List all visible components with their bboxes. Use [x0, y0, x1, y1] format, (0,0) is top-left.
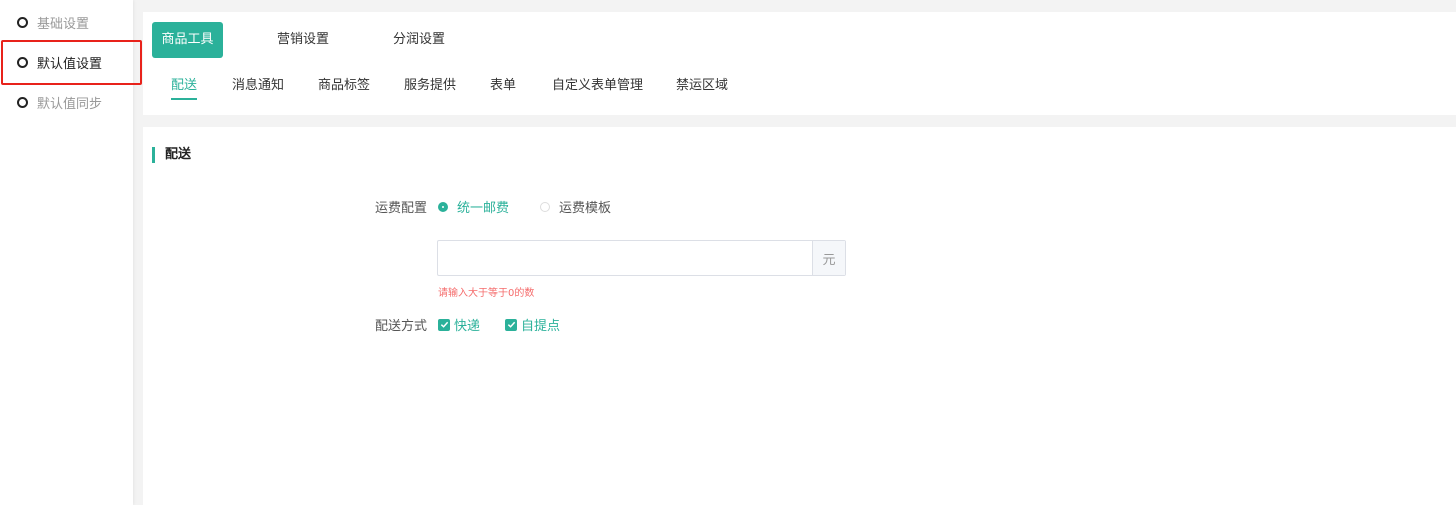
radio-label: 运费模板 — [559, 201, 612, 216]
tab-product-tools[interactable]: 商品工具 — [152, 22, 223, 58]
tab-profit-settings[interactable]: 分润设置 — [384, 22, 454, 58]
radio-checked-icon — [438, 201, 448, 212]
circle-icon — [17, 56, 28, 68]
subtab-forms[interactable]: 表单 — [490, 74, 516, 100]
checkbox-label: 自提点 — [521, 319, 561, 334]
content-card: 配送 运费配置 统一邮费 运费模板 元 请输入大于等于0的数 配送方式 快递 自… — [143, 127, 1456, 505]
checkbox-self-pickup[interactable]: 自提点 — [505, 315, 560, 334]
freight-error-message: 请输入大于等于0的数 — [438, 288, 535, 299]
checkbox-label: 快递 — [454, 319, 481, 334]
freight-config-label: 运费配置 — [374, 201, 427, 216]
subtab-product-tags[interactable]: 商品标签 — [318, 74, 370, 100]
sidebar-item-default-sync[interactable]: 默认值同步 — [0, 82, 133, 122]
sidebar-item-label: 默认值同步 — [37, 96, 103, 112]
freight-amount-input[interactable] — [438, 241, 812, 275]
subtab-services[interactable]: 服务提供 — [404, 74, 456, 100]
sidebar-item-basic-settings[interactable]: 基础设置 — [0, 2, 133, 42]
delivery-method-label: 配送方式 — [374, 319, 427, 334]
sidebar: 基础设置 默认值设置 默认值同步 — [0, 0, 142, 505]
subtab-notifications[interactable]: 消息通知 — [232, 74, 284, 100]
circle-icon — [17, 16, 28, 28]
section-title: 配送 — [165, 147, 192, 162]
radio-unified-postage[interactable]: 统一邮费 — [438, 197, 509, 216]
checkmark-icon — [438, 318, 450, 331]
sidebar-item-label: 默认值设置 — [37, 56, 103, 72]
circle-icon — [17, 96, 28, 108]
checkmark-icon — [505, 318, 517, 331]
subtab-embargo-regions[interactable]: 禁运区域 — [676, 74, 728, 100]
section-accent-bar — [152, 147, 155, 163]
subtab-custom-forms[interactable]: 自定义表单管理 — [552, 74, 643, 100]
freight-amount-group: 元 — [437, 240, 846, 276]
subtab-delivery[interactable]: 配送 — [171, 74, 198, 100]
tabs-card: 商品工具 营销设置 分润设置 配送 消息通知 商品标签 服务提供 表单 自定义表… — [143, 12, 1456, 115]
radio-label: 统一邮费 — [457, 201, 510, 216]
radio-freight-template[interactable]: 运费模板 — [540, 197, 611, 216]
sidebar-item-default-settings[interactable]: 默认值设置 — [0, 42, 133, 82]
checkbox-express[interactable]: 快递 — [438, 315, 480, 334]
tab-marketing-settings[interactable]: 营销设置 — [268, 22, 338, 58]
currency-suffix: 元 — [812, 241, 845, 275]
sidebar-item-label: 基础设置 — [37, 16, 90, 32]
radio-unchecked-icon — [540, 201, 550, 212]
